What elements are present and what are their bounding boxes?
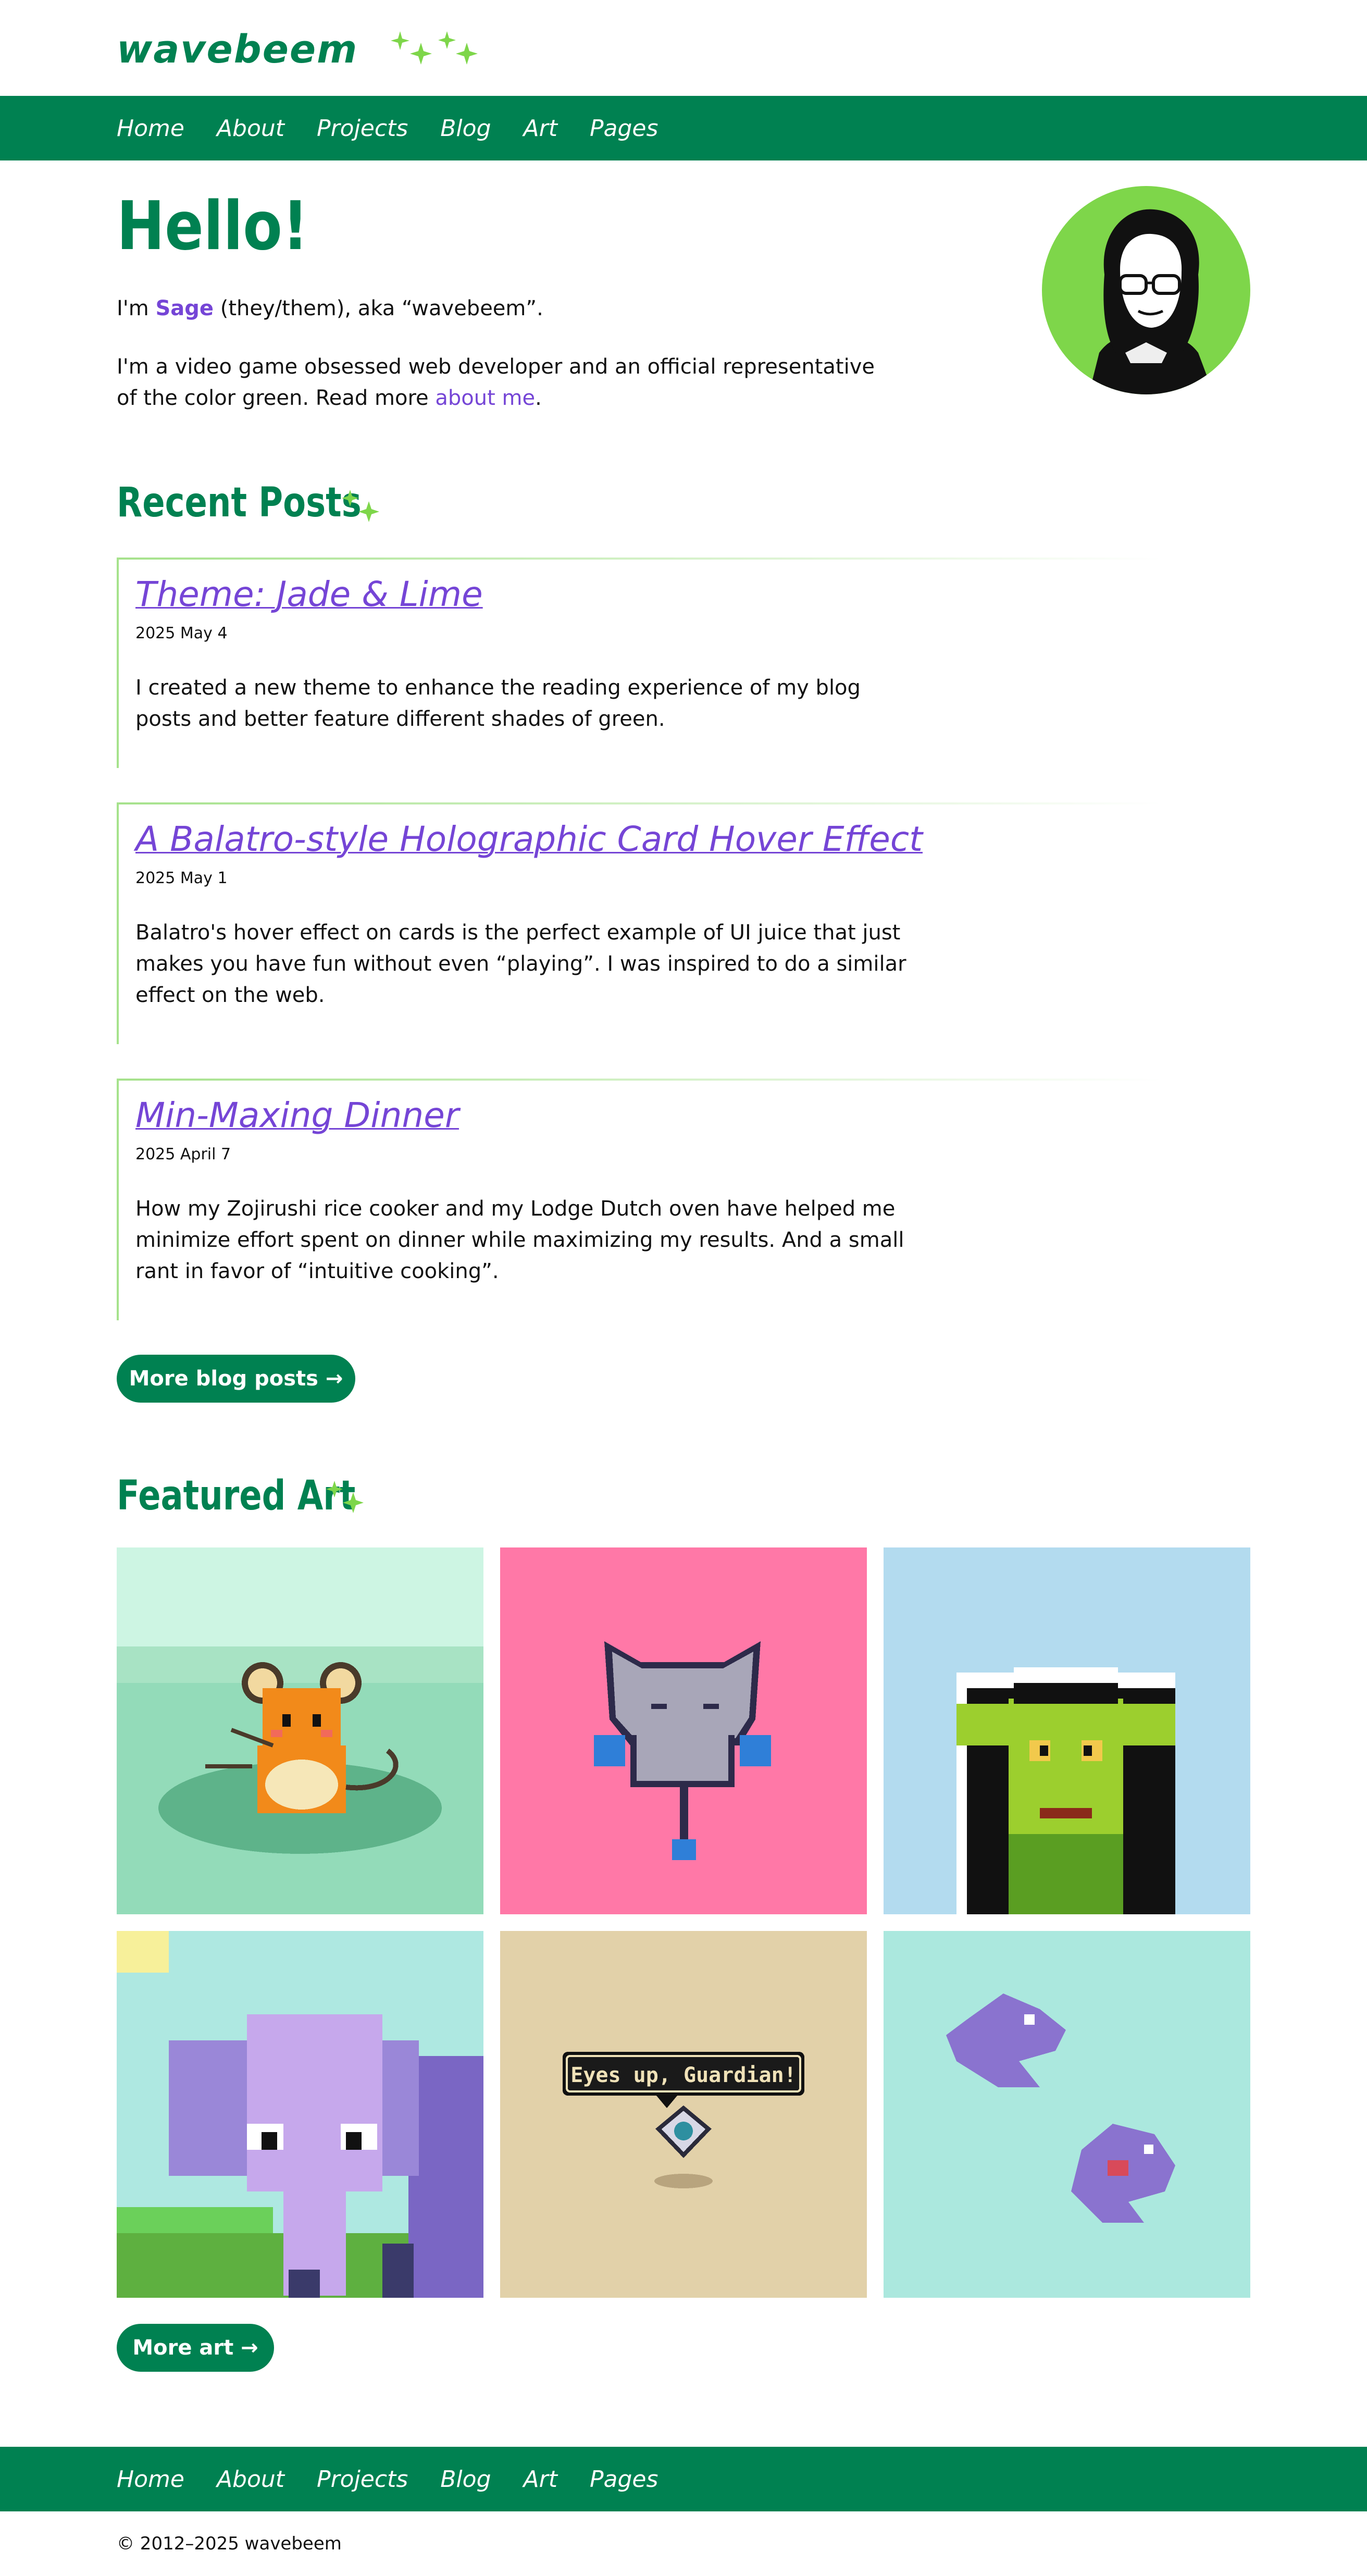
post-date: 2025 May 4 <box>135 624 228 642</box>
recent-posts-heading: Recent Posts <box>117 479 362 526</box>
site-logo[interactable]: wavebeem <box>117 27 358 72</box>
copyright: © 2012–2025 wavebeem <box>117 2533 342 2554</box>
summary-line: How my Zojirushi rice cooker and my Lodg… <box>135 1197 896 1221</box>
summary-line: minimize effort spent on dinner while ma… <box>135 1228 904 1252</box>
name-link[interactable]: Sage <box>155 296 214 320</box>
more-blog-posts-button[interactable]: More blog posts → <box>117 1355 355 1403</box>
post-summary: How my Zojirushi rice cooker and my Lodg… <box>135 1193 912 1287</box>
more-art-button[interactable]: More art → <box>117 2324 274 2372</box>
footer-nav: Home About Projects Blog Art Pages <box>0 2447 1367 2511</box>
art-tile-ghost[interactable]: Eyes up, Guardian! <box>500 1931 867 2298</box>
nav-art[interactable]: Art <box>524 115 557 142</box>
sparkle-icon <box>342 490 379 522</box>
footer-nav-about[interactable]: About <box>217 2466 284 2493</box>
sparkle-icon <box>391 31 478 65</box>
intro-para-end: . <box>535 386 542 410</box>
art-tile-elephant[interactable] <box>117 1931 483 2298</box>
summary-line: I created a new theme to enhance the rea… <box>135 676 861 700</box>
page-title: Hello! <box>117 188 309 265</box>
avatar <box>1042 186 1250 394</box>
post-summary: Balatro's hover effect on cards is the p… <box>135 917 912 1011</box>
intro-paragraph: I'm a video game obsessed web developer … <box>117 351 888 414</box>
nav-projects[interactable]: Projects <box>317 115 408 142</box>
summary-line: rant in favor of “intuitive cooking”. <box>135 1259 499 1283</box>
about-me-link[interactable]: about me <box>435 386 535 410</box>
art-tile-cat[interactable] <box>500 1547 867 1914</box>
intro-para-line1: I'm a video game obsessed web developer … <box>117 355 875 379</box>
footer-nav-pages[interactable]: Pages <box>590 2466 658 2493</box>
post-card: Theme: Jade & Lime 2025 May 4 I created … <box>117 558 1161 768</box>
post-title-link[interactable]: A Balatro-style Holographic Card Hover E… <box>135 819 923 859</box>
summary-line: posts and better feature different shade… <box>135 707 665 731</box>
footer-nav-blog[interactable]: Blog <box>440 2466 491 2493</box>
nav-home[interactable]: Home <box>117 115 184 142</box>
footer-nav-art[interactable]: Art <box>524 2466 557 2493</box>
intro-prefix: I'm <box>117 296 156 320</box>
footer-nav-projects[interactable]: Projects <box>317 2466 408 2493</box>
post-card: A Balatro-style Holographic Card Hover E… <box>117 802 1161 1044</box>
top-nav: Home About Projects Blog Art Pages <box>0 96 1367 160</box>
art-tile-mouse[interactable] <box>117 1547 483 1914</box>
intro-suffix: (they/them), aka “wavebeem”. <box>214 296 543 320</box>
nav-blog[interactable]: Blog <box>440 115 491 142</box>
art-tile-fish[interactable] <box>884 1931 1250 2298</box>
post-date: 2025 April 7 <box>135 1145 231 1163</box>
post-title-link[interactable]: Min-Maxing Dinner <box>135 1095 459 1135</box>
post-date: 2025 May 1 <box>135 869 228 887</box>
intro-para-line2: of the color green. Read more <box>117 386 436 410</box>
post-title-link[interactable]: Theme: Jade & Lime <box>135 574 483 614</box>
summary-line: Balatro's hover effect on cards is the p… <box>135 921 901 945</box>
post-card: Min-Maxing Dinner 2025 April 7 How my Zo… <box>117 1079 1161 1320</box>
nav-pages[interactable]: Pages <box>590 115 658 142</box>
art-tile-goblin[interactable] <box>884 1547 1250 1914</box>
speech-bubble-text: Eyes up, Guardian! <box>570 2063 796 2087</box>
intro-line: I'm Sage (they/them), aka “wavebeem”. <box>117 293 888 324</box>
footer-nav-home[interactable]: Home <box>117 2466 184 2493</box>
summary-line: makes you have fun without even “playing… <box>135 952 906 976</box>
summary-line: effect on the web. <box>135 983 325 1007</box>
nav-about[interactable]: About <box>217 115 284 142</box>
sparkle-icon <box>326 1481 364 1513</box>
featured-art-heading: Featured Art <box>117 1472 356 1519</box>
post-summary: I created a new theme to enhance the rea… <box>135 672 912 735</box>
